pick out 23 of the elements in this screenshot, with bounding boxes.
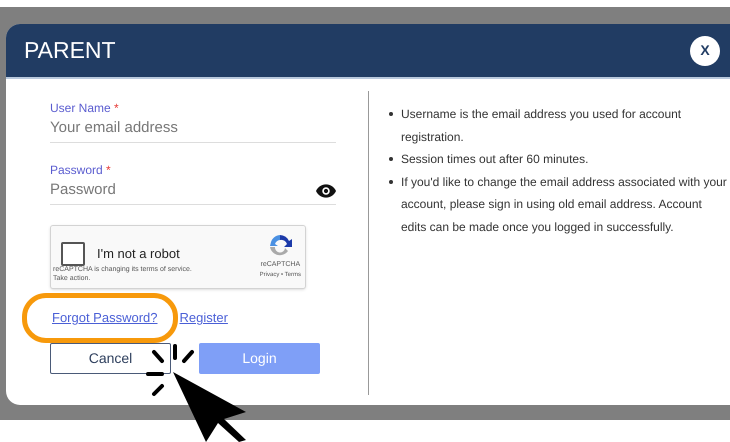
field-label: User Name (50, 101, 111, 115)
text-link[interactable]: Forgot Password? (22, 293, 178, 343)
input-field[interactable]: Your email address (50, 117, 290, 140)
note-text: Username is the email address you used for account registration. (401, 106, 682, 146)
bullet-icon (389, 180, 393, 184)
click-burst-icon (146, 344, 194, 396)
text-link[interactable]: Register (180, 308, 228, 328)
captcha-logo-icon (267, 232, 294, 258)
field-label: Password (50, 163, 103, 177)
robot-checkbox[interactable] (61, 242, 85, 266)
required-mark: * (114, 101, 119, 115)
pointer-arrow-icon (173, 372, 246, 442)
bullet-icon (389, 112, 393, 116)
note-text: Session times out after 60 minutes. (401, 151, 588, 168)
note-text: If you'd like to change the email address associated with your account, please sign in using old email address. Account edits can be made once you logged in successfully. (401, 174, 728, 236)
input-field[interactable]: Password (50, 179, 290, 202)
captcha-label: I'm not a robot (97, 245, 180, 264)
cancel-button[interactable]: Cancel (50, 343, 171, 374)
close-button[interactable]: X (690, 36, 720, 66)
required-mark: * (106, 163, 111, 177)
dialog-title: PARENT (24, 36, 116, 66)
bullet-icon (389, 157, 393, 161)
eye-icon[interactable] (316, 184, 336, 198)
